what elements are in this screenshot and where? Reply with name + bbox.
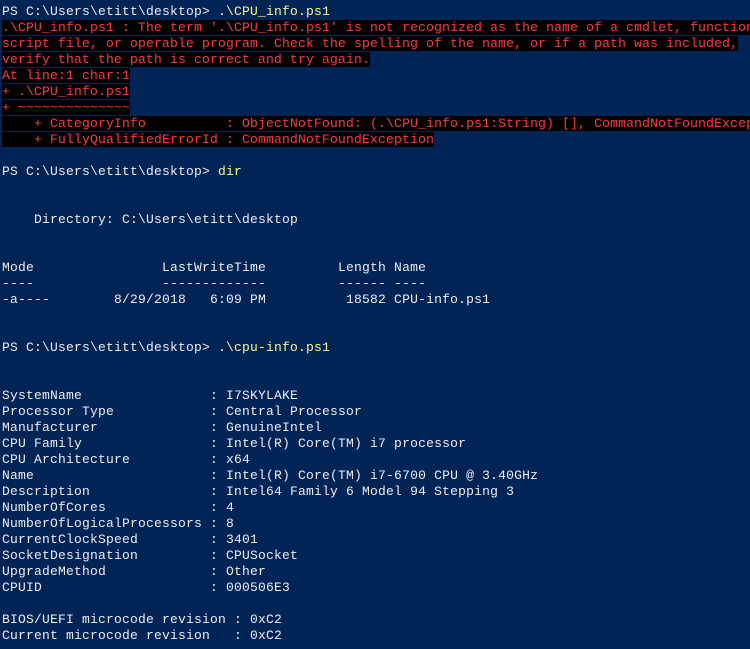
cpu-info-line: SocketDesignation : CPUSocket [2,548,750,564]
cpu-info-line: UpgradeMethod : Other [2,564,750,580]
cpu-info-line: Name : Intel(R) Core(TM) i7-6700 CPU @ 3… [2,468,750,484]
error-line: .\CPU_info.ps1 : The term '.\CPU_info.ps… [2,20,750,36]
cpu-info-line: NumberOfLogicalProcessors : 8 [2,516,750,532]
prompt-line-2: PS C:\Users\etitt\desktop> dir [2,164,750,180]
dir-columns: Mode LastWriteTime Length Name [2,260,750,276]
blank-line [2,148,750,164]
cpu-info-line: NumberOfCores : 4 [2,500,750,516]
blank-line [2,228,750,244]
command-text: .\cpu-info.ps1 [218,340,330,355]
cpu-info-line: CPU Architecture : x64 [2,452,750,468]
cpu-info-line: CPU Family : Intel(R) Core(TM) i7 proces… [2,436,750,452]
error-line: + ~~~~~~~~~~~~~~ [2,100,750,116]
error-line: script file, or operable program. Check … [2,36,750,52]
dir-underline: ---- ------------- ------ ---- [2,276,750,292]
blank-line [2,180,750,196]
error-line: + CategoryInfo : ObjectNotFound: (.\CPU_… [2,116,750,132]
blank-line [2,308,750,324]
prompt-path: PS C:\Users\etitt\desktop> [2,164,218,179]
cpu-info-line: SystemName : I7SKYLAKE [2,388,750,404]
prompt-line-3: PS C:\Users\etitt\desktop> .\cpu-info.ps… [2,340,750,356]
terminal-output[interactable]: PS C:\Users\etitt\desktop> .\CPU_info.ps… [2,4,750,644]
cpu-info-line: CurrentClockSpeed : 3401 [2,532,750,548]
prompt-path: PS C:\Users\etitt\desktop> [2,340,218,355]
error-line: + FullyQualifiedErrorId : CommandNotFoun… [2,132,750,148]
prompt-path: PS C:\Users\etitt\desktop> [2,4,218,19]
blank-line [2,372,750,388]
blank-line [2,324,750,340]
command-text: .\CPU_info.ps1 [218,4,330,19]
prompt-line-1: PS C:\Users\etitt\desktop> .\CPU_info.ps… [2,4,750,20]
microcode-line: BIOS/UEFI microcode revision : 0xC2 [2,612,750,628]
dir-row: -a---- 8/29/2018 6:09 PM 18582 CPU-info.… [2,292,750,308]
error-line: verify that the path is correct and try … [2,52,750,68]
dir-header: Directory: C:\Users\etitt\desktop [2,212,750,228]
error-line: At line:1 char:1 [2,68,750,84]
cpu-info-line: CPUID : 000506E3 [2,580,750,596]
error-line: + .\CPU_info.ps1 [2,84,750,100]
blank-line [2,196,750,212]
blank-line [2,596,750,612]
microcode-line: Current microcode revision : 0xC2 [2,628,750,644]
cpu-info-line: Processor Type : Central Processor [2,404,750,420]
blank-line [2,356,750,372]
cpu-info-line: Description : Intel64 Family 6 Model 94 … [2,484,750,500]
blank-line [2,244,750,260]
cpu-info-line: Manufacturer : GenuineIntel [2,420,750,436]
command-text: dir [218,164,242,179]
